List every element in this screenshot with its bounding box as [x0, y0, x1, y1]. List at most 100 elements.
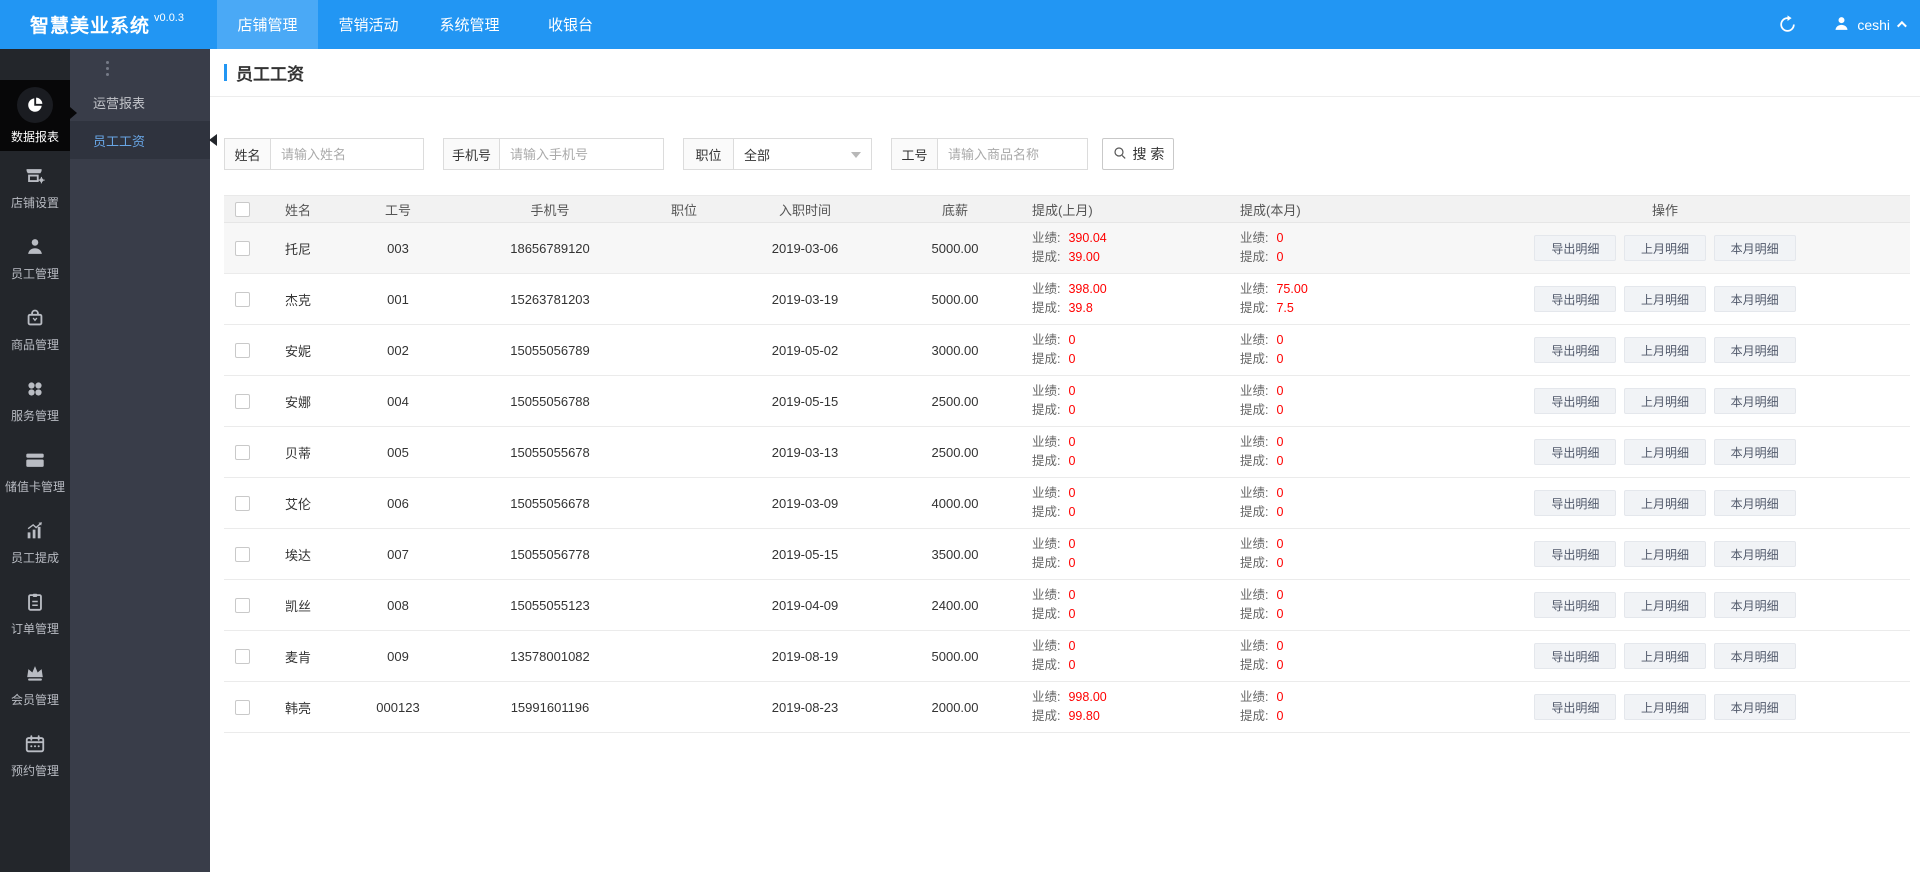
last-month-detail-button[interactable]: 上月明细	[1624, 694, 1706, 720]
export-detail-button[interactable]: 导出明细	[1534, 439, 1617, 465]
name-cell: 艾伦	[252, 477, 344, 529]
menu-more-icon[interactable]	[106, 61, 109, 76]
phone-input[interactable]	[500, 139, 663, 169]
refresh-icon[interactable]	[1778, 15, 1797, 34]
nav-tab[interactable]: 收银台	[520, 0, 621, 49]
table-row: 贝蒂 005 15055055678 2019-03-13 2500.00 业绩…	[224, 426, 1910, 478]
row-checkbox[interactable]	[235, 700, 250, 716]
hiredate-cell: 2019-04-09	[720, 579, 890, 631]
position-cell	[648, 324, 720, 376]
this-month-detail-button[interactable]: 本月明细	[1713, 337, 1796, 363]
submenu-item[interactable]: 员工工资	[70, 121, 210, 159]
export-detail-button[interactable]: 导出明细	[1534, 388, 1617, 414]
position-select[interactable]: 全部	[734, 139, 871, 169]
phone-cell: 15055055123	[452, 579, 648, 631]
hiredate-cell: 2019-08-19	[720, 630, 890, 682]
lastmonth-cell: 业绩: 0 提成: 0	[1020, 528, 1228, 580]
last-month-detail-button[interactable]: 上月明细	[1624, 388, 1706, 414]
topbar: 智慧美业系统 v0.0.3 店铺管理 营销活动 系统管理 收银台 ceshi	[0, 0, 1920, 49]
empno-input[interactable]	[938, 139, 1087, 169]
this-month-detail-button[interactable]: 本月明细	[1713, 490, 1796, 516]
lastmonth-cell: 业绩: 398.00 提成: 39.8	[1020, 273, 1228, 325]
pie-chart-icon	[17, 86, 53, 123]
export-detail-button[interactable]: 导出明细	[1534, 592, 1617, 618]
search-button[interactable]: 搜 索	[1102, 138, 1174, 170]
this-month-detail-button[interactable]: 本月明细	[1713, 439, 1796, 465]
last-month-detail-button[interactable]: 上月明细	[1624, 592, 1706, 618]
submenu-item[interactable]: 运营报表	[70, 83, 210, 121]
export-detail-button[interactable]: 导出明细	[1534, 235, 1617, 261]
active-submenu-arrow	[203, 134, 217, 146]
name-cell: 埃达	[252, 528, 344, 580]
actions-cell: 导出明细 上月明细 本月明细	[1420, 477, 1910, 529]
stored-value-card-icon	[24, 447, 46, 473]
nav-tab[interactable]: 系统管理	[419, 0, 520, 49]
table-row: 埃达 007 15055056778 2019-05-15 3500.00 业绩…	[224, 528, 1910, 580]
thismonth-cell: 业绩: 75.00 提成: 7.5	[1228, 273, 1420, 325]
select-all-checkbox[interactable]	[235, 202, 250, 218]
row-checkbox[interactable]	[235, 547, 250, 563]
sidebar-item[interactable]: 服务管理	[0, 364, 70, 435]
last-month-detail-button[interactable]: 上月明细	[1624, 286, 1706, 312]
last-month-detail-button[interactable]: 上月明细	[1624, 541, 1706, 567]
row-checkbox[interactable]	[235, 241, 250, 257]
member-crown-icon	[24, 660, 46, 686]
row-checkbox[interactable]	[235, 445, 250, 461]
actions-cell: 导出明细 上月明细 本月明细	[1420, 375, 1910, 427]
phone-cell: 15055056678	[452, 477, 648, 529]
app-title: 智慧美业系统	[30, 16, 151, 37]
col-lastmonth: 提成(上月)	[1020, 195, 1228, 223]
sidebar-item[interactable]: 店铺设置	[0, 151, 70, 222]
last-month-detail-button[interactable]: 上月明细	[1624, 643, 1706, 669]
sidebar-item[interactable]: 员工管理	[0, 222, 70, 293]
export-detail-button[interactable]: 导出明细	[1534, 541, 1617, 567]
export-detail-button[interactable]: 导出明细	[1534, 643, 1617, 669]
position-cell	[648, 477, 720, 529]
sidebar-item-label: 预约管理	[10, 763, 59, 778]
this-month-detail-button[interactable]: 本月明细	[1713, 694, 1796, 720]
row-checkbox[interactable]	[235, 649, 250, 665]
empno-cell: 004	[344, 375, 452, 427]
caret-down-icon	[851, 152, 861, 163]
name-input[interactable]	[271, 139, 423, 169]
sidebar-item-label: 数据报表	[10, 129, 59, 144]
export-detail-button[interactable]: 导出明细	[1534, 490, 1617, 516]
actions-cell: 导出明细 上月明细 本月明细	[1420, 324, 1910, 376]
row-checkbox[interactable]	[235, 496, 250, 512]
phone-cell: 15991601196	[452, 681, 648, 733]
sidebar-item[interactable]: 数据报表	[0, 80, 70, 151]
last-month-detail-button[interactable]: 上月明细	[1624, 439, 1706, 465]
nav-tab[interactable]: 店铺管理	[217, 0, 318, 49]
this-month-detail-button[interactable]: 本月明细	[1713, 592, 1796, 618]
sidebar-item[interactable]: 员工提成	[0, 506, 70, 577]
sidebar-item[interactable]: 会员管理	[0, 648, 70, 719]
this-month-detail-button[interactable]: 本月明细	[1713, 235, 1796, 261]
this-month-detail-button[interactable]: 本月明细	[1713, 541, 1796, 567]
position-cell	[648, 375, 720, 427]
lastmonth-cell: 业绩: 0 提成: 0	[1020, 630, 1228, 682]
user-menu[interactable]: ceshi	[1833, 15, 1907, 35]
position-filter-label: 职位	[684, 139, 734, 169]
actions-cell: 导出明细 上月明细 本月明细	[1420, 273, 1910, 325]
icon-sidebar: 数据报表 店铺设置 员工管理 商品管理 服务管理 储值卡管理 员工提成 订单管理…	[0, 49, 70, 872]
row-checkbox[interactable]	[235, 292, 250, 308]
last-month-detail-button[interactable]: 上月明细	[1624, 235, 1706, 261]
sidebar-item[interactable]: 订单管理	[0, 577, 70, 648]
last-month-detail-button[interactable]: 上月明细	[1624, 337, 1706, 363]
export-detail-button[interactable]: 导出明细	[1534, 337, 1617, 363]
row-checkbox[interactable]	[235, 343, 250, 359]
this-month-detail-button[interactable]: 本月明细	[1713, 643, 1796, 669]
row-checkbox[interactable]	[235, 598, 250, 614]
this-month-detail-button[interactable]: 本月明细	[1713, 286, 1796, 312]
sidebar-item[interactable]: 储值卡管理	[0, 435, 70, 506]
sidebar-item[interactable]: 预约管理	[0, 719, 70, 790]
export-detail-button[interactable]: 导出明细	[1534, 286, 1617, 312]
export-detail-button[interactable]: 导出明细	[1534, 694, 1617, 720]
last-month-detail-button[interactable]: 上月明细	[1624, 490, 1706, 516]
nav-tab[interactable]: 营销活动	[318, 0, 419, 49]
sidebar-item[interactable]: 商品管理	[0, 293, 70, 364]
table-row: 安妮 002 15055056789 2019-05-02 3000.00 业绩…	[224, 324, 1910, 376]
store-settings-icon	[24, 163, 46, 189]
row-checkbox[interactable]	[235, 394, 250, 410]
this-month-detail-button[interactable]: 本月明细	[1713, 388, 1796, 414]
